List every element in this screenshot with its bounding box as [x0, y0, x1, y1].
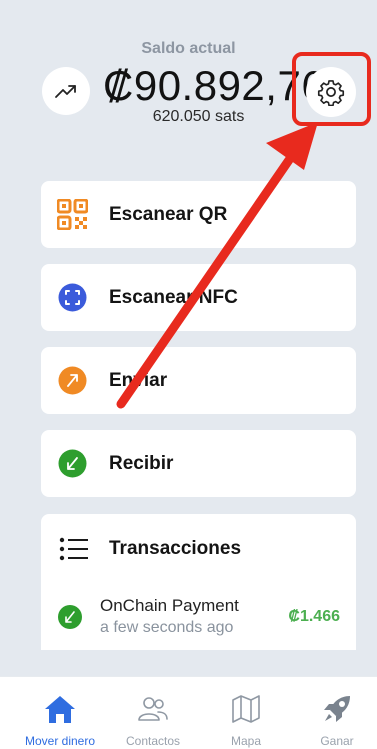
- send-label: Enviar: [109, 370, 168, 391]
- transaction-name: OnChain Payment: [100, 596, 239, 615]
- highlight-box: [292, 52, 371, 126]
- transactions-title[interactable]: Transacciones: [109, 538, 241, 560]
- trending-up-icon: [55, 85, 76, 98]
- send-icon: [58, 366, 87, 395]
- receive-icon: [58, 605, 82, 629]
- transactions-card: Transacciones OnChain Payment a few seco…: [41, 514, 356, 650]
- receive-button[interactable]: Recibir: [41, 430, 356, 497]
- nfc-scan-icon: [58, 283, 87, 312]
- scan-qr-label: Escanear QR: [109, 204, 228, 225]
- nav-map-label: Mapa: [230, 734, 262, 748]
- send-button[interactable]: Enviar: [41, 347, 356, 414]
- nav-map[interactable]: Mapa: [199, 677, 293, 749]
- map-icon: [232, 695, 260, 723]
- nav-earn-label: Ganar: [320, 734, 354, 748]
- home-screen: Saldo actual ₡90.892,76 620.050 sats Esc…: [0, 0, 377, 749]
- transaction-time: a few seconds ago: [100, 619, 234, 636]
- scan-nfc-button[interactable]: Escanear NFC: [41, 264, 356, 331]
- nav-move-money-label: Mover dinero: [24, 734, 96, 748]
- nav-move-money[interactable]: Mover dinero: [13, 677, 107, 749]
- nav-contacts-label: Contactos: [125, 734, 181, 748]
- nav-contacts[interactable]: Contactos: [106, 677, 200, 749]
- transaction-row[interactable]: OnChain Payment a few seconds ago ₡1.466: [41, 592, 356, 642]
- list-icon: [59, 537, 88, 561]
- qr-code-icon: [57, 199, 88, 230]
- rocket-icon: [324, 696, 350, 722]
- transaction-amount: ₡1.466: [288, 608, 340, 625]
- bottom-nav: Mover dinero Contactos Mapa Ganar: [0, 676, 377, 749]
- receive-label: Recibir: [109, 453, 174, 474]
- home-icon: [45, 696, 75, 723]
- nav-earn[interactable]: Ganar: [290, 677, 377, 749]
- receive-icon: [58, 449, 87, 478]
- scan-nfc-label: Escanear NFC: [109, 287, 238, 308]
- contacts-icon: [138, 697, 168, 721]
- scan-qr-button[interactable]: Escanear QR: [41, 181, 356, 248]
